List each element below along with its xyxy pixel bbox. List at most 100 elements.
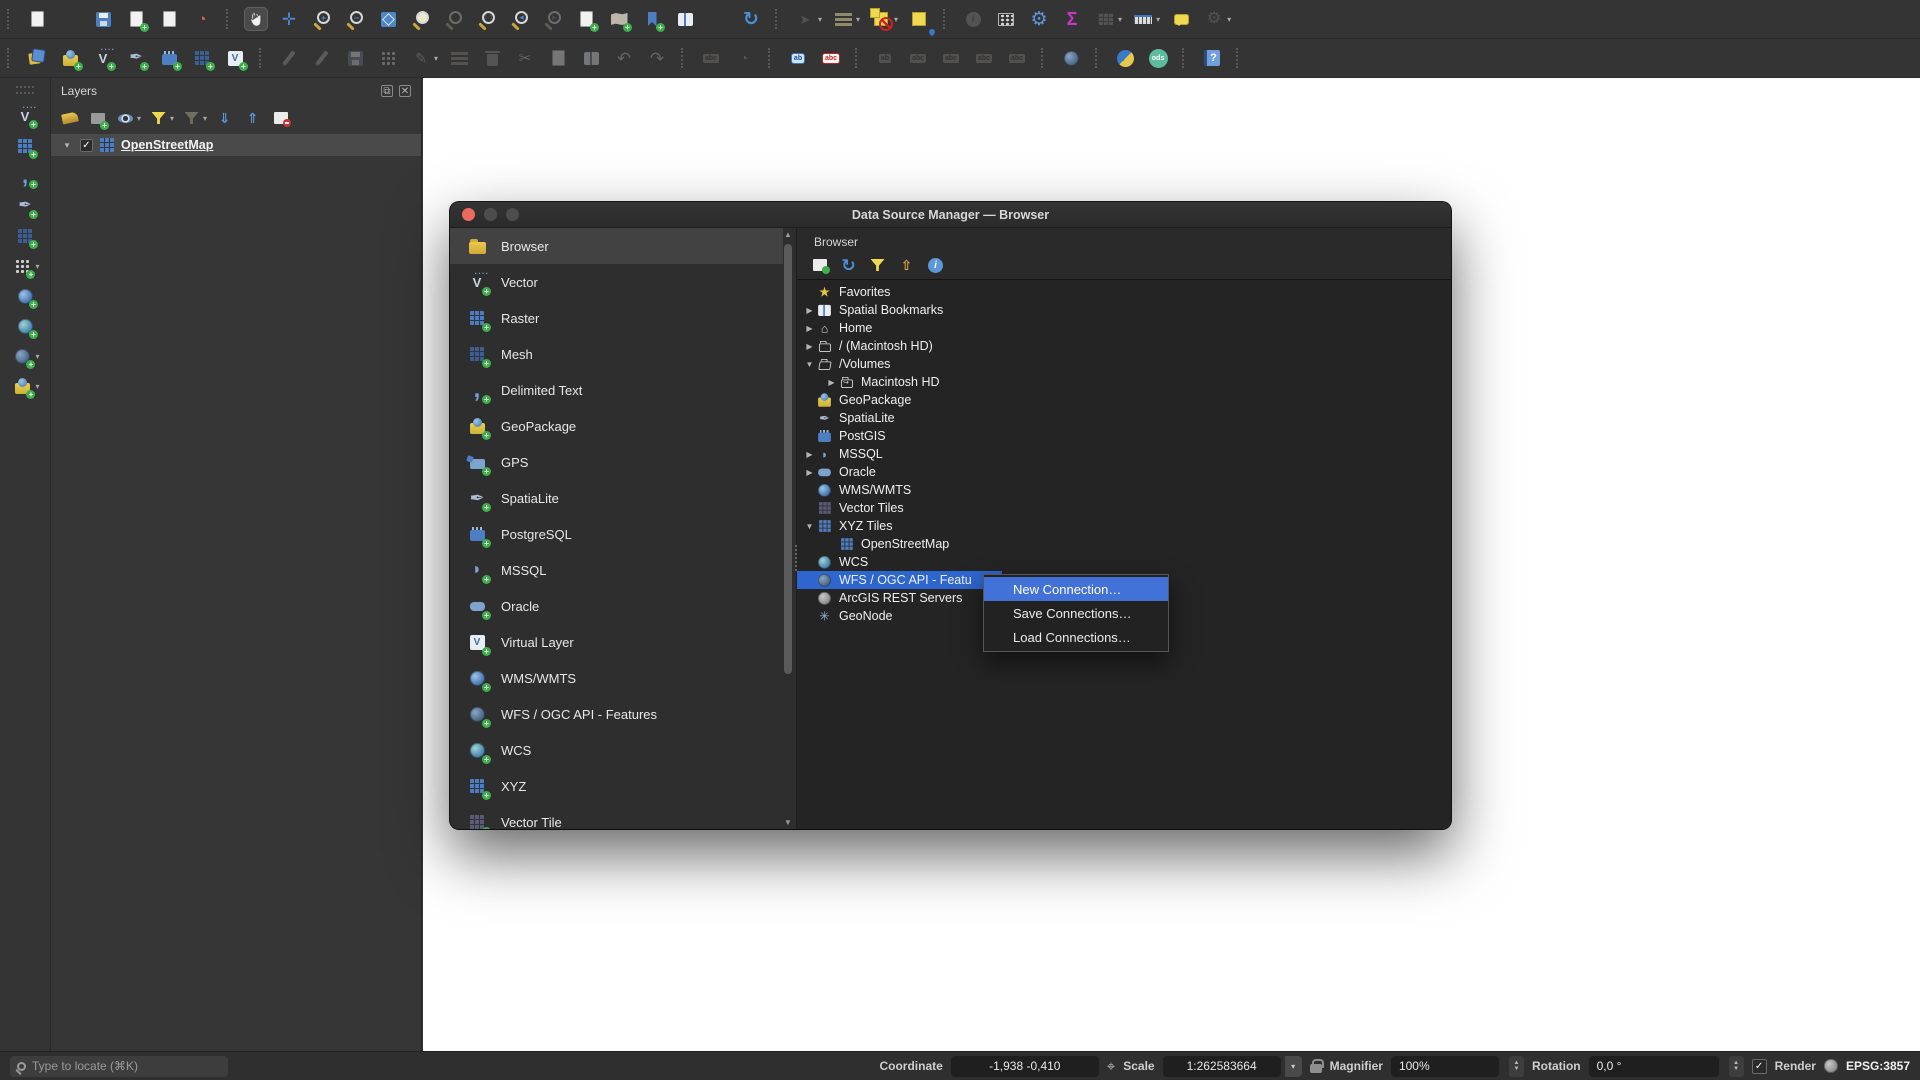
add-point-cloud-layer-icon[interactable]: [10, 254, 34, 278]
add-mesh-layer-icon[interactable]: [13, 224, 37, 248]
extents-toggle-icon[interactable]: ⌖: [1107, 1059, 1115, 1074]
add-geopackage-layer-icon[interactable]: [58, 46, 82, 70]
add-spatialite-layer-icon[interactable]: ✒: [13, 194, 37, 218]
vertex-tool-icon[interactable]: ✎: [409, 46, 433, 70]
source-type-browser[interactable]: Browser: [450, 228, 783, 264]
save-layer-edits-icon[interactable]: [343, 46, 367, 70]
zoom-to-selection-icon[interactable]: [442, 7, 466, 31]
style-manager-icon[interactable]: ◔: [190, 7, 214, 31]
close-panel-icon[interactable]: ✕: [399, 85, 411, 97]
layer-labeling-options-icon[interactable]: abc: [699, 46, 723, 70]
measure-line-icon[interactable]: [1131, 7, 1155, 31]
add-arcgis-rest-layer-dropdown-icon[interactable]: ▾: [35, 382, 39, 391]
menu-item-load-connections-[interactable]: Load Connections…: [984, 625, 1168, 649]
add-postgis-layer-icon[interactable]: [157, 46, 181, 70]
add-virtual-layer-icon[interactable]: V: [223, 46, 247, 70]
change-label-properties-icon[interactable]: abc: [1005, 46, 1029, 70]
ods-plugin-icon[interactable]: ods: [1146, 46, 1170, 70]
menu-item-save-connections-[interactable]: Save Connections…: [984, 601, 1168, 625]
select-features-icon[interactable]: ➤: [793, 7, 817, 31]
show-statistical-summary-icon[interactable]: Σ: [1060, 7, 1084, 31]
source-type-wcs[interactable]: WCS: [450, 732, 783, 768]
current-edits-icon[interactable]: [277, 46, 301, 70]
tree-item-macintosh-hd[interactable]: ▶Macintosh HD: [797, 373, 1451, 391]
add-wcs-layer-icon[interactable]: [13, 314, 37, 338]
lock-scale-icon[interactable]: [1310, 1064, 1322, 1073]
remove-layer-icon[interactable]: [270, 108, 291, 129]
open-project-icon[interactable]: [58, 7, 82, 31]
add-point-cloud-layer-dropdown-icon[interactable]: ▾: [35, 262, 39, 271]
source-type-gps[interactable]: GPS: [450, 444, 783, 480]
source-type-delimited-text[interactable]: ,Delimited Text: [450, 372, 783, 408]
pan-map-icon[interactable]: [244, 7, 268, 31]
layer-visibility-checkbox[interactable]: ✓: [80, 139, 93, 152]
source-type-wms-wmts[interactable]: WMS/WMTS: [450, 660, 783, 696]
pan-map-to-selection-icon[interactable]: ✛: [277, 7, 301, 31]
run-feature-action-icon[interactable]: ⚙: [1202, 7, 1226, 31]
collapse-all-icon[interactable]: ⇑: [242, 108, 263, 129]
filter-browser-icon[interactable]: [867, 255, 888, 276]
paste-features-icon[interactable]: [579, 46, 603, 70]
refresh-browser-icon[interactable]: ↻: [838, 255, 859, 276]
delete-selected-icon[interactable]: [480, 46, 504, 70]
add-vector-layer-icon[interactable]: V: [91, 46, 115, 70]
tree-item-postgis[interactable]: PostGIS: [797, 427, 1451, 445]
rotation-input[interactable]: 0,0 °: [1589, 1056, 1719, 1077]
filter-by-expression-dropdown-icon[interactable]: ▾: [203, 114, 207, 123]
refresh-map-icon[interactable]: ↻: [739, 7, 763, 31]
splitter-handle[interactable]: [795, 545, 801, 571]
tree-item-spatial-bookmarks[interactable]: ▶Spatial Bookmarks: [797, 301, 1451, 319]
source-type-spatialite[interactable]: ✒SpatiaLite: [450, 480, 783, 516]
manage-map-themes-dropdown-icon[interactable]: ▾: [137, 114, 141, 123]
crs-status[interactable]: EPSG:3857: [1846, 1059, 1910, 1073]
zoom-out-icon[interactable]: −: [343, 7, 367, 31]
scale-input[interactable]: 1:262583664: [1163, 1056, 1281, 1077]
layer-diagram-options-icon[interactable]: ◔: [732, 46, 756, 70]
tree-item-favorites[interactable]: ★Favorites: [797, 283, 1451, 301]
toolbar-drag-handle[interactable]: [16, 86, 34, 94]
add-wms-layer-icon[interactable]: [13, 284, 37, 308]
measure-line-dropdown-icon[interactable]: ▾: [1156, 15, 1160, 24]
deselect-all-dropdown-icon[interactable]: ▾: [894, 15, 898, 24]
tree-item-oracle[interactable]: ▶Oracle: [797, 463, 1451, 481]
list-scrollbar[interactable]: ▲ ▼: [783, 230, 794, 827]
magnifier-input[interactable]: 100%: [1391, 1056, 1499, 1077]
zoom-last-icon[interactable]: ◂: [508, 7, 532, 31]
expander-icon[interactable]: ▶: [803, 450, 816, 459]
new-print-layout-icon[interactable]: [124, 7, 148, 31]
tree-item--macintosh-hd-[interactable]: ▶/ (Macintosh HD): [797, 337, 1451, 355]
tree-item-spatialite[interactable]: ✒SpatiaLite: [797, 409, 1451, 427]
magnifier-stepper[interactable]: ▲▼: [1509, 1056, 1524, 1077]
open-layer-styling-icon[interactable]: [59, 108, 80, 129]
copy-features-icon[interactable]: [546, 46, 570, 70]
add-arcgis-rest-layer-icon[interactable]: [10, 374, 34, 398]
source-type-raster[interactable]: Raster: [450, 300, 783, 336]
select-by-expression-dropdown-icon[interactable]: ▾: [856, 15, 860, 24]
scale-dropdown-icon[interactable]: ▾: [1285, 1056, 1302, 1077]
source-type-wfs-ogc-api-features[interactable]: WFS / OGC API - Features: [450, 696, 783, 732]
metasearch-icon[interactable]: [1059, 46, 1083, 70]
expander-icon[interactable]: ▶: [803, 342, 816, 351]
pin-unpin-labels-icon[interactable]: ab: [873, 46, 897, 70]
filter-legend-dropdown-icon[interactable]: ▾: [170, 114, 174, 123]
tree-item-vector-tiles[interactable]: Vector Tiles: [797, 499, 1451, 517]
add-vector-layer-icon[interactable]: V: [13, 104, 37, 128]
add-group-icon[interactable]: [87, 108, 108, 129]
new-spatial-bookmark-icon[interactable]: [640, 7, 664, 31]
source-type-mesh[interactable]: Mesh: [450, 336, 783, 372]
run-feature-action-dropdown-icon[interactable]: ▾: [1227, 15, 1231, 24]
cut-features-icon[interactable]: ✂: [513, 46, 537, 70]
tree-item-home[interactable]: ▶⌂Home: [797, 319, 1451, 337]
tree-item-xyz-tiles[interactable]: ▼XYZ Tiles: [797, 517, 1451, 535]
tree-item-geopackage[interactable]: GeoPackage: [797, 391, 1451, 409]
data-source-manager-icon[interactable]: [25, 46, 49, 70]
layer-row-openstreetmap[interactable]: ▾ ✓ OpenStreetMap: [51, 134, 421, 156]
source-type-virtual-layer[interactable]: VVirtual Layer: [450, 624, 783, 660]
open-attribute-table-dropdown-icon[interactable]: ▾: [1118, 15, 1122, 24]
add-raster-layer-icon[interactable]: [13, 134, 37, 158]
collapse-all-browser-icon[interactable]: ⇧: [896, 255, 917, 276]
source-type-mssql[interactable]: ◗MSSQL: [450, 552, 783, 588]
move-label-icon[interactable]: abc: [939, 46, 963, 70]
zoom-full-extent-icon[interactable]: [376, 7, 400, 31]
expander-icon[interactable]: ▶: [803, 324, 816, 333]
